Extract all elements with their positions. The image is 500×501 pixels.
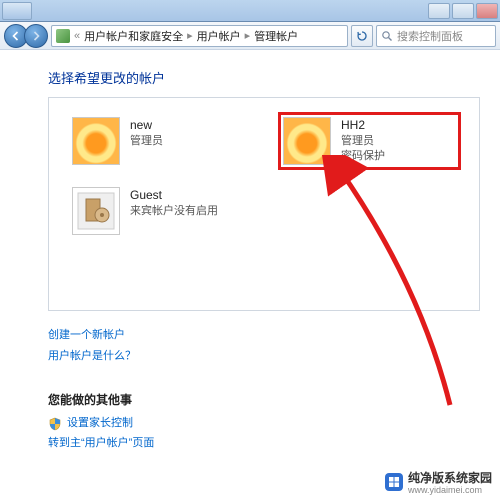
breadcrumb-sep-icon: ▸ — [245, 29, 251, 42]
account-info: Guest 来宾帐户没有启用 — [130, 187, 218, 219]
page-heading: 选择希望更改的帐户 — [48, 68, 480, 87]
breadcrumb-sep-icon: « — [74, 30, 80, 42]
minimize-button[interactable] — [428, 3, 450, 19]
account-info: HH2 管理员 密码保护 — [341, 117, 385, 165]
account-name: HH2 — [341, 117, 385, 134]
breadcrumb-seg[interactable]: 用户帐户 — [197, 28, 241, 44]
account-list-box: new 管理员 HH2 管理员 密码保护 Guest 来宾帐户没有启用 — [48, 97, 480, 311]
other-actions: 您能做的其他事 设置家长控制 转到主“用户帐户”页面 — [48, 391, 480, 454]
navbar: « 用户帐户和家庭安全 ▸ 用户帐户 ▸ 管理帐户 搜索控制面板 — [0, 22, 500, 50]
watermark-title: 纯净版系统家园 — [408, 471, 492, 485]
account-item-guest[interactable]: Guest 来宾帐户没有启用 — [67, 182, 250, 240]
account-avatar-flower-icon — [283, 117, 331, 165]
account-desc: 密码保护 — [341, 149, 385, 164]
breadcrumb-seg[interactable]: 管理帐户 — [254, 28, 298, 44]
breadcrumb-sep-icon: ▸ — [187, 29, 193, 42]
other-heading: 您能做的其他事 — [48, 391, 480, 408]
account-item-hh2[interactable]: HH2 管理员 密码保护 — [278, 112, 461, 170]
maximize-button[interactable] — [452, 3, 474, 19]
forward-button[interactable] — [24, 24, 48, 48]
shield-icon — [48, 417, 62, 431]
search-icon — [381, 30, 393, 42]
account-avatar-guest-icon — [72, 187, 120, 235]
search-placeholder: 搜索控制面板 — [397, 28, 463, 44]
account-name: Guest — [130, 187, 218, 204]
control-panel-icon — [56, 29, 70, 43]
watermark-logo: 纯净版系统家园 www.yidaimei.com — [385, 469, 492, 495]
account-desc: 来宾帐户没有启用 — [130, 204, 218, 219]
what-is-account-link[interactable]: 用户帐户是什么？ — [48, 350, 136, 362]
create-account-link[interactable]: 创建一个新帐户 — [48, 329, 125, 341]
account-item-new[interactable]: new 管理员 — [67, 112, 250, 170]
watermark-url: www.yidaimei.com — [408, 486, 492, 495]
action-links: 创建一个新帐户 用户帐户是什么？ — [48, 325, 480, 367]
account-desc: 管理员 — [130, 134, 163, 149]
address-bar[interactable]: « 用户帐户和家庭安全 ▸ 用户帐户 ▸ 管理帐户 — [51, 25, 348, 47]
breadcrumb-seg[interactable]: 用户帐户和家庭安全 — [84, 28, 183, 44]
refresh-button[interactable] — [351, 25, 373, 47]
parental-controls-link[interactable]: 设置家长控制 — [67, 414, 133, 434]
search-input[interactable]: 搜索控制面板 — [376, 25, 496, 47]
titlebar — [0, 0, 500, 22]
account-info: new 管理员 — [130, 117, 163, 149]
content-area: 选择希望更改的帐户 new 管理员 HH2 管理员 密码保护 — [0, 50, 500, 463]
window-controls — [428, 3, 498, 19]
account-desc: 管理员 — [341, 134, 385, 149]
account-avatar-flower-icon — [72, 117, 120, 165]
window-icon — [2, 2, 32, 20]
close-button[interactable] — [476, 3, 498, 19]
logo-icon — [385, 473, 403, 491]
goto-main-accounts-link[interactable]: 转到主“用户帐户”页面 — [48, 434, 154, 454]
account-name: new — [130, 117, 163, 134]
